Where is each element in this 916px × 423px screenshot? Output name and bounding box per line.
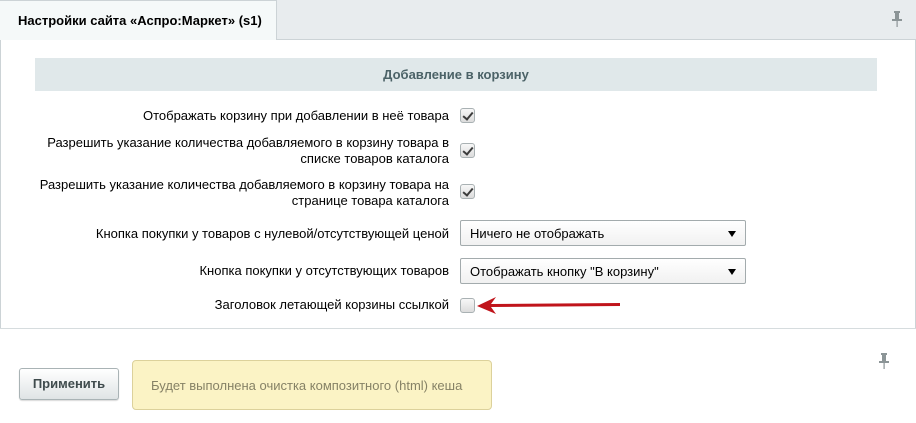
setting-label-qty-list: Разрешить указание количества добавляемо…: [47, 135, 449, 166]
red-arrow-annotation: [477, 297, 620, 314]
pin-icon[interactable]: [890, 10, 904, 28]
pin-icon[interactable]: [877, 352, 891, 370]
checkbox-show-basket[interactable]: [460, 108, 475, 123]
chevron-down-icon: [728, 269, 736, 275]
cache-notice: Будет выполнена очистка композитного (ht…: [132, 360, 492, 410]
checkbox-qty-list[interactable]: [460, 143, 475, 158]
setting-label-zero-price: Кнопка покупки у товаров с нулевой/отсут…: [95, 226, 449, 241]
apply-button[interactable]: Применить: [19, 368, 119, 400]
select-zero-price[interactable]: Ничего не отображать: [460, 220, 746, 246]
tab-bar: Настройки сайта «Аспро:Маркет» (s1): [0, 0, 916, 41]
chevron-down-icon: [728, 231, 736, 237]
setting-label-show-basket: Отображать корзину при добавлении в неё …: [142, 108, 449, 123]
settings-panel: Добавление в корзину Отображать корзину …: [0, 40, 916, 328]
select-out-of-stock[interactable]: Отображать кнопку "В корзину": [460, 258, 746, 284]
footer-bar: Применить Будет выполнена очистка композ…: [0, 328, 916, 423]
setting-label-fly-basket-link: Заголовок летающей корзины ссылкой: [214, 297, 449, 312]
setting-label-qty-detail: Разрешить указание количества добавляемо…: [39, 177, 449, 208]
checkbox-qty-detail[interactable]: [460, 184, 475, 199]
checkbox-fly-basket-link[interactable]: [460, 298, 475, 313]
setting-label-out-of-stock: Кнопка покупки у отсутствующих товаров: [199, 263, 449, 278]
tab-site-settings[interactable]: Настройки сайта «Аспро:Маркет» (s1): [0, 0, 277, 41]
section-title: Добавление в корзину: [35, 58, 877, 91]
